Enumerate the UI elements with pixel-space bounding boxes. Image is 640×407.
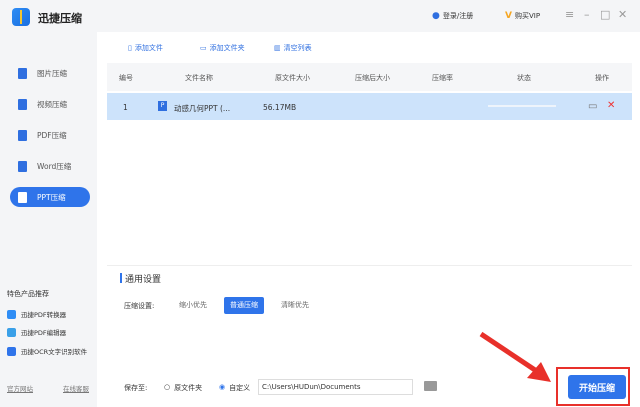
ppt-file-icon: P (158, 101, 167, 111)
menu-icon[interactable]: ≡ (565, 8, 574, 21)
maximize-icon[interactable]: □ (600, 8, 610, 21)
image-icon (18, 67, 27, 79)
col-number: 编号 (119, 74, 133, 82)
ppt-icon (18, 191, 27, 203)
red-arrow-annotation (479, 331, 551, 382)
compress-setting-label: 压缩设置: (124, 302, 155, 310)
promo-title: 特色产品推荐 (7, 290, 49, 298)
add-file-icon: ▯ (128, 44, 132, 52)
radio-icon: ○ (164, 383, 171, 391)
pdf-icon (18, 129, 27, 141)
minimize-icon[interactable]: – (584, 8, 590, 21)
file-size: 56.17MB (263, 103, 297, 112)
table-row[interactable]: 1 P 动感几何PPT (... 56.17MB ▭ ✕ (107, 93, 632, 120)
delete-icon[interactable]: ✕ (607, 100, 615, 111)
sidebar-item-pdf[interactable]: PDF压缩 (10, 125, 90, 145)
browse-folder-icon[interactable] (424, 381, 437, 391)
clear-list-button[interactable]: ▥ 清空列表 (274, 43, 312, 53)
sidebar-item-video[interactable]: 视频压缩 (10, 94, 90, 114)
col-size: 原文件大小 (275, 74, 310, 82)
start-compress-button[interactable]: 开始压缩 (568, 375, 626, 399)
radio-custom[interactable]: ◉ 自定义 (219, 383, 250, 393)
promo-pdf-editor[interactable]: 迅捷PDF编辑器 (7, 327, 66, 337)
save-label: 保存至: (124, 384, 148, 392)
app-logo (12, 8, 30, 26)
col-status: 状态 (517, 74, 531, 82)
vip-icon: V (505, 11, 512, 21)
pdf-editor-icon (7, 327, 16, 337)
save-path-input[interactable]: C:\Users\HUDun\Documents (258, 379, 413, 395)
file-name: 动感几何PPT (... (174, 104, 231, 113)
close-icon[interactable]: ✕ (618, 8, 627, 21)
option-clear[interactable]: 清晰优先 (275, 297, 315, 314)
add-file-button[interactable]: ▯ 添加文件 (128, 43, 163, 53)
vip-button[interactable]: V 购买VIP (505, 11, 540, 21)
promo-ocr[interactable]: 迅捷OCR文字识别软件 (7, 346, 87, 356)
option-smaller[interactable]: 缩小优先 (173, 297, 213, 314)
add-folder-button[interactable]: ▭ 添加文件夹 (200, 43, 245, 53)
settings-title: 通用设置 (125, 275, 162, 285)
table-header: 编号 文件名称 原文件大小 压缩后大小 压缩率 状态 操作 (107, 63, 632, 91)
sidebar-item-ppt[interactable]: PPT压缩 (10, 187, 90, 207)
col-ratio: 压缩率 (432, 74, 453, 82)
row-number: 1 (123, 103, 128, 112)
col-name: 文件名称 (185, 74, 213, 82)
online-service-link[interactable]: 在线客服 (63, 383, 89, 393)
radio-original-folder[interactable]: ○ 原文件夹 (164, 383, 202, 393)
official-site-link[interactable]: 官方网站 (7, 383, 33, 393)
word-icon (18, 160, 27, 172)
open-folder-icon[interactable]: ▭ (588, 101, 597, 112)
add-folder-icon: ▭ (200, 44, 207, 52)
trash-icon: ▥ (274, 44, 281, 52)
promo-pdf-converter[interactable]: 迅捷PDF转换器 (7, 309, 66, 319)
progress-bar (488, 105, 556, 107)
col-compressed-size: 压缩后大小 (355, 74, 390, 82)
sidebar-item-word[interactable]: Word压缩 (10, 156, 90, 176)
login-button[interactable]: ● 登录/注册 (432, 11, 473, 21)
option-normal[interactable]: 普通压缩 (224, 297, 264, 314)
col-action: 操作 (595, 74, 609, 82)
user-icon: ● (432, 11, 440, 21)
divider (107, 265, 632, 266)
ocr-icon (7, 346, 16, 356)
app-title: 迅捷压缩 (38, 12, 82, 25)
sidebar-item-image[interactable]: 图片压缩 (10, 63, 90, 83)
radio-checked-icon: ◉ (219, 383, 226, 391)
pdf-converter-icon (7, 309, 16, 319)
video-icon (18, 98, 27, 110)
section-marker (120, 273, 122, 283)
